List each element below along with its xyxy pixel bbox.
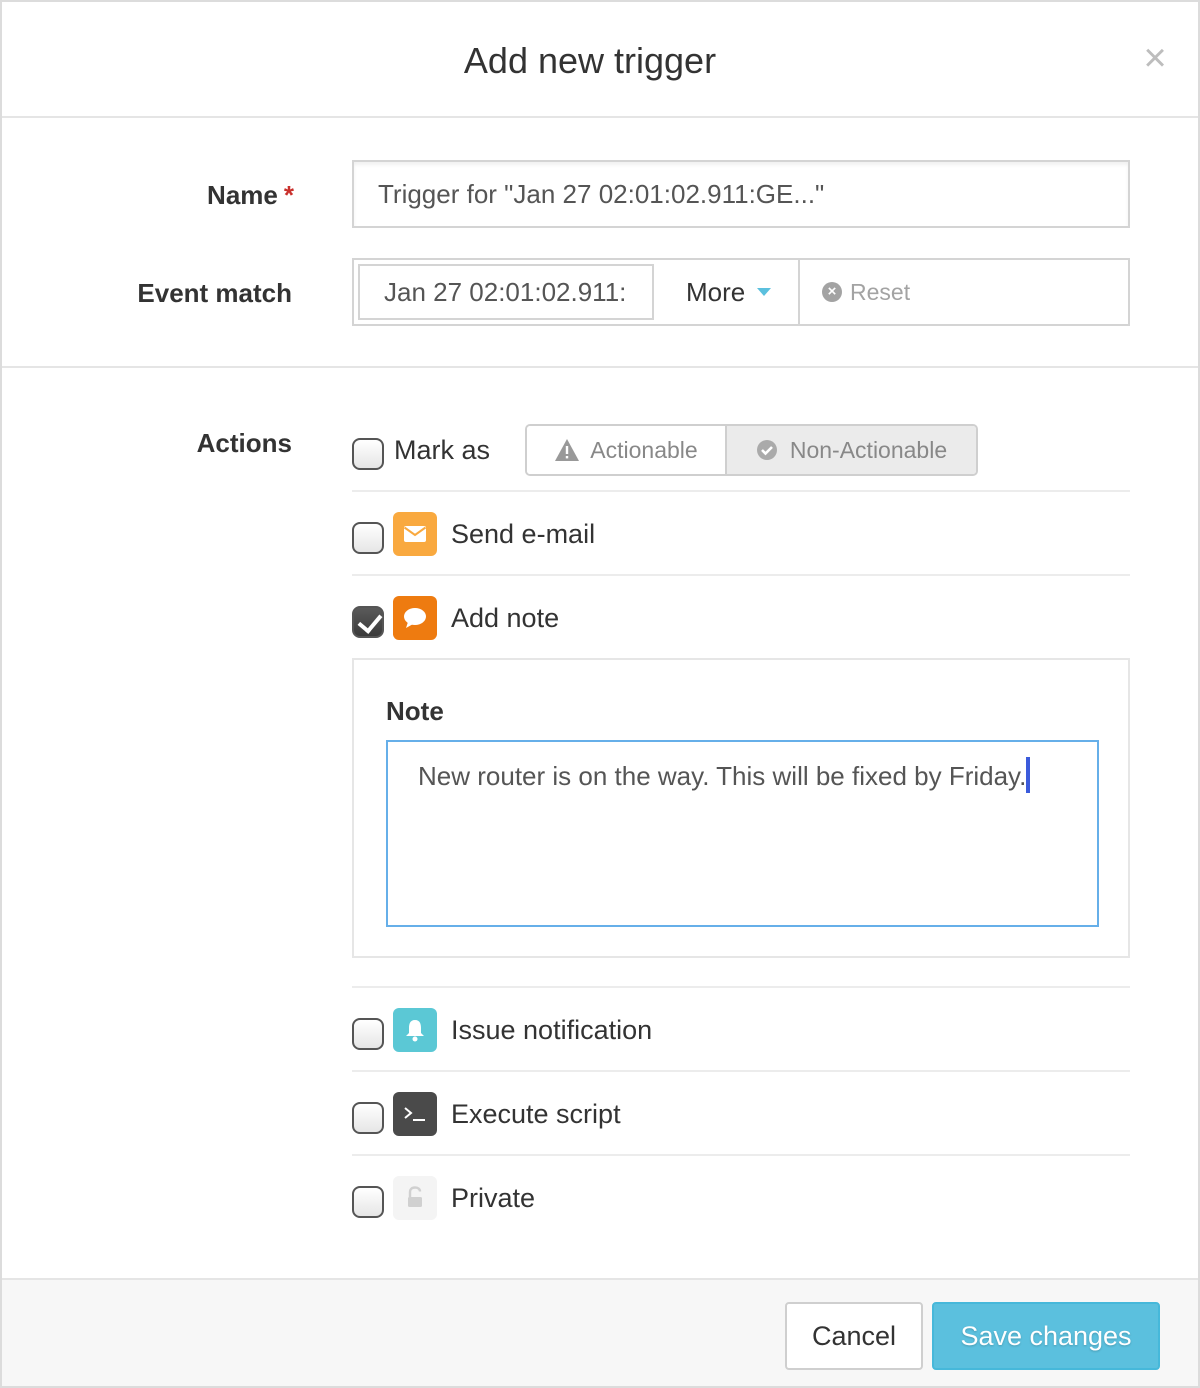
actionable-button[interactable]: Actionable [527,426,727,474]
row-divider [352,1154,1130,1156]
row-divider [352,574,1130,576]
speech-bubble-icon [393,596,437,640]
issue-notification-label: Issue notification [451,1015,653,1045]
close-icon[interactable]: × [1138,38,1172,78]
check-circle-icon [756,440,777,460]
row-divider [352,986,1130,988]
reset-button[interactable]: × Reset [800,260,910,324]
add-trigger-modal: Add new trigger × Name * Trigger for "Jan… [0,0,1200,1388]
cancel-button[interactable]: Cancel [785,1302,923,1370]
save-changes-button[interactable]: Save changes [932,1302,1160,1370]
actionable-toggle-group: Actionable Non-Actionable [525,424,978,476]
name-label-text: Name [207,180,278,210]
execute-script-checkbox[interactable] [352,1102,384,1134]
note-label: Note [386,696,444,726]
mark-as-checkbox[interactable] [352,438,384,470]
actions-label: Actions [196,428,292,458]
name-label: Name * [122,180,294,211]
note-panel: Note New router is on the way. This will… [352,658,1130,958]
modal-title: Add new trigger [463,40,717,81]
section-divider [2,366,1198,368]
mark-as-label: Mark as [394,435,491,465]
modal-header: Add new trigger × [2,2,1198,118]
modal-footer: Cancel Save changes [2,1278,1198,1386]
chevron-down-icon [757,288,772,296]
private-label: Private [451,1183,536,1213]
required-mark: * [283,180,294,210]
non-actionable-button[interactable]: Non-Actionable [727,426,976,474]
non-actionable-label: Non-Actionable [789,436,948,463]
note-text: New router is on the way. This will be f… [418,761,1027,791]
event-match-input[interactable]: Jan 27 02:01:02.911: [358,264,654,320]
send-email-checkbox[interactable] [352,522,384,554]
event-match-label: Event match [137,278,292,308]
note-textarea[interactable]: New router is on the way. This will be f… [386,740,1099,927]
reset-label: Reset [850,278,911,305]
execute-script-label: Execute script [451,1099,621,1129]
envelope-icon [393,512,437,556]
add-note-checkbox[interactable] [352,606,384,638]
issue-notification-checkbox[interactable] [352,1018,384,1050]
more-label: More [686,276,746,307]
actionable-label: Actionable [590,436,698,463]
more-dropdown-button[interactable]: More [658,260,800,324]
unlock-icon [393,1176,437,1220]
send-email-label: Send e-mail [451,519,596,549]
event-match-group: Jan 27 02:01:02.911: More × Reset [352,258,1130,326]
row-divider [352,1070,1130,1072]
add-note-label: Add note [451,603,560,633]
terminal-icon [393,1092,437,1136]
warning-icon [555,439,580,461]
bell-icon [393,1008,437,1052]
text-cursor [1026,757,1031,793]
row-divider [352,490,1130,492]
private-checkbox[interactable] [352,1186,384,1218]
name-input[interactable]: Trigger for "Jan 27 02:01:02.911:GE..." [352,160,1130,228]
clear-circle-icon: × [822,282,842,302]
